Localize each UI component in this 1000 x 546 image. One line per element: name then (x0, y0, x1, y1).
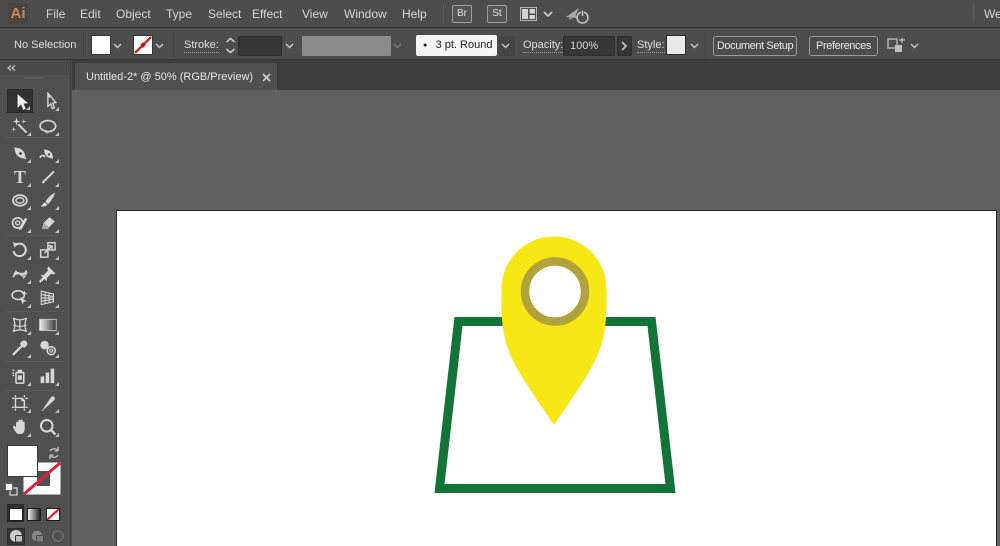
svg-text:T: T (14, 168, 26, 186)
